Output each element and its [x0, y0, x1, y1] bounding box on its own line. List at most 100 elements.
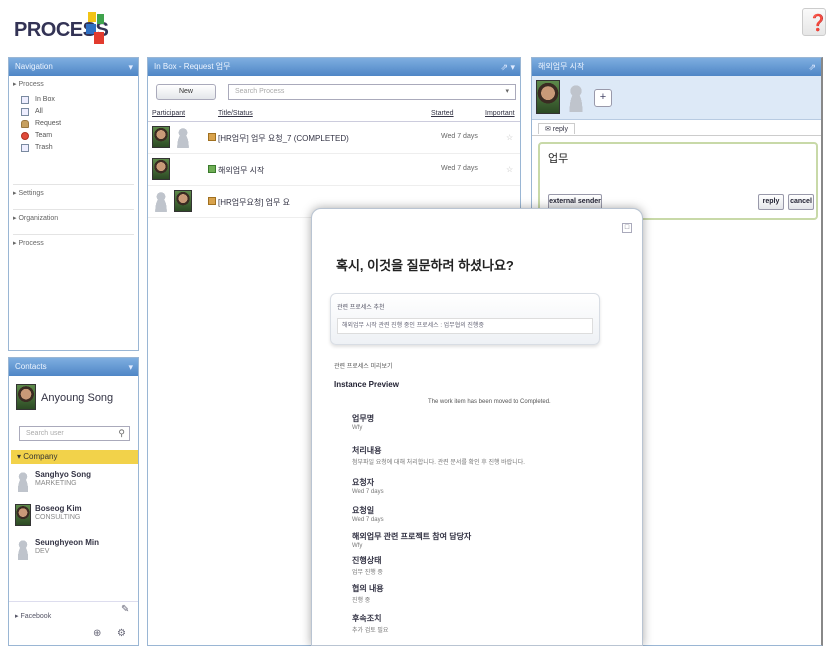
detail-title: 해외업무 시작 ⇗ — [532, 58, 821, 76]
contact-item[interactable]: Seunghyeon Min DEV — [13, 536, 138, 566]
help-icon: ❓ — [808, 15, 826, 32]
contacts-panel: Contacts ▾ Anyoung Song Search user ⚲ ▾ Co… — [8, 357, 139, 646]
worklist-title: In Box - Request 업무 ⇗ ▾ — [148, 58, 520, 76]
nav-item-trash[interactable]: Trash — [9, 142, 138, 154]
avatar — [174, 126, 192, 148]
instance-preview-title: Instance Preview — [334, 380, 399, 389]
task-icon — [208, 197, 216, 205]
facebook-link[interactable]: ▸ Facebook — [15, 612, 51, 620]
contact-item[interactable]: Sanghyo Song MARKETING — [13, 468, 138, 498]
table-header: Participant Title/Status Started Importa… — [148, 106, 520, 122]
participants-bar: + — [532, 76, 821, 120]
column-title-status[interactable]: Title/Status — [218, 110, 253, 117]
avatar — [152, 158, 170, 180]
star-icon[interactable]: ☆ — [506, 165, 513, 174]
nav-section-settings[interactable]: ▸ Settings — [9, 185, 138, 203]
settings-icon[interactable]: ⚙ — [117, 628, 126, 639]
current-user-name: Anyoung Song — [41, 392, 114, 404]
star-icon[interactable]: ☆ — [506, 133, 513, 142]
table-row[interactable]: [HR업무] 업무 요청_7 (COMPLETED) Wed 7 days ☆ — [148, 122, 520, 154]
cancel-button[interactable]: cancel — [788, 194, 814, 210]
task-icon — [208, 133, 216, 141]
navigation-panel: Navigation ▾ ▸ Process In Box All Request… — [8, 57, 139, 351]
avatar — [15, 504, 31, 526]
contact-search-input[interactable]: Search user ⚲ — [19, 426, 130, 441]
search-icon[interactable]: ⚲ — [118, 427, 125, 440]
reply-button[interactable]: reply — [758, 194, 784, 210]
preview-field: 해외업무 관련 프로젝트 참여 담당자 Wfy — [352, 532, 472, 549]
help-button[interactable]: ❓ — [802, 8, 826, 36]
row-started: Wed 7 days — [441, 165, 478, 172]
suggestion-popup: □ 혹시, 이것을 질문하려 하셨나요? 관련 프로세스 추천 해외업무 시작 … — [311, 208, 643, 646]
collapse-icon[interactable]: ▾ — [128, 358, 133, 376]
card-title: 관련 프로세스 추천 — [337, 305, 385, 311]
column-important[interactable]: Important — [485, 110, 515, 117]
nav-item-all[interactable]: All — [9, 106, 138, 118]
dropdown-icon[interactable]: ▾ — [505, 85, 509, 99]
preview-label: 관련 프로세스 미리보기 — [334, 364, 393, 370]
preview-field: 업무명 Wfy — [352, 414, 375, 431]
preview-field: 요청자 Wed 7 days — [352, 478, 384, 495]
card-body[interactable]: 해외업무 시작 관련 진행 중인 프로세스 : 업무협의 진행중 — [337, 318, 593, 334]
nav-item-request[interactable]: Request — [9, 118, 138, 130]
add-participant-button[interactable]: + — [594, 89, 612, 107]
add-contact-icon[interactable]: ⊕ — [93, 628, 101, 639]
navigation-title: Navigation ▾ — [9, 58, 138, 76]
nav-item-inbox[interactable]: In Box — [9, 94, 138, 106]
avatar — [16, 384, 36, 410]
reply-text[interactable]: 업무 — [548, 150, 568, 166]
row-title: [HR업무] 업무 요청_7 (COMPLETED) — [218, 134, 349, 143]
team-icon — [21, 132, 29, 140]
logo-mark-icon — [86, 10, 106, 46]
expand-icon[interactable]: ⇗ — [808, 58, 816, 76]
popup-question: 혹시, 이것을 질문하려 하셨나요? — [336, 258, 514, 273]
preview-field: 협의 내용 진행 중 — [352, 584, 384, 604]
contacts-footer: ▸ Facebook ✎ ⊕ ⚙ — [9, 601, 138, 645]
column-participant[interactable]: Participant — [152, 110, 185, 117]
contact-dept: CONSULTING — [35, 514, 81, 521]
avatar — [15, 538, 31, 560]
tab-bar: ✉ reply — [532, 120, 821, 136]
suggestion-card[interactable]: 관련 프로세스 추천 해외업무 시작 관련 진행 중인 프로세스 : 업무협의 … — [330, 293, 600, 345]
app-header: PROCESS ❓ — [0, 0, 826, 56]
all-icon — [21, 108, 29, 116]
preview-field: 진행상태 업무 진행 중 — [352, 556, 383, 576]
avatar — [536, 80, 560, 114]
preview-field: 후속조치 추가 검토 필요 — [352, 614, 389, 634]
new-button[interactable]: New — [156, 84, 216, 100]
nav-section-process-2[interactable]: ▸ Process — [9, 235, 138, 253]
contact-name: Boseog Kim — [35, 504, 82, 513]
contact-dept: MARKETING — [35, 480, 77, 487]
contact-name: Seunghyeon Min — [35, 538, 99, 547]
row-started: Wed 7 days — [441, 133, 478, 140]
avatar — [174, 190, 192, 212]
contact-name: Sanghyo Song — [35, 470, 91, 479]
worklist-toolbar: New Search Process ▾ — [148, 76, 520, 106]
preview-field: 요청일 Wed 7 days — [352, 506, 384, 523]
close-icon[interactable]: □ — [622, 223, 632, 233]
request-icon — [21, 120, 29, 128]
current-user[interactable]: Anyoung Song — [9, 376, 138, 420]
window-controls-icon[interactable]: ⇗ ▾ — [500, 58, 515, 76]
contact-dept: DEV — [35, 548, 50, 555]
collapse-icon[interactable]: ▾ — [128, 58, 133, 76]
process-search-input[interactable]: Search Process ▾ — [228, 84, 516, 100]
contact-item[interactable]: Boseog Kim CONSULTING — [13, 502, 138, 532]
avatar — [152, 190, 170, 212]
tab-reply[interactable]: ✉ reply — [538, 123, 575, 134]
wrench-icon[interactable]: ✎ — [121, 604, 129, 615]
avatar — [15, 470, 31, 492]
avatar — [152, 126, 170, 148]
contacts-title: Contacts ▾ — [9, 358, 138, 376]
trash-icon — [21, 144, 29, 152]
nav-item-team[interactable]: Team — [9, 130, 138, 142]
preview-field: 처리내용 첨부파일 요청에 대해 처리합니다. 관련 문서를 확인 후 진행 바랍… — [352, 446, 525, 466]
nav-section-organization[interactable]: ▸ Organization — [9, 210, 138, 228]
category-company[interactable]: ▾ Company — [11, 450, 138, 464]
column-started[interactable]: Started — [431, 110, 454, 117]
task-icon — [208, 165, 216, 173]
table-row[interactable]: 해외업무 시작 Wed 7 days ☆ — [148, 154, 520, 186]
inbox-icon — [21, 96, 29, 104]
nav-section-process[interactable]: ▸ Process — [9, 76, 138, 94]
status-note: The work item has been moved to Complete… — [428, 399, 551, 405]
